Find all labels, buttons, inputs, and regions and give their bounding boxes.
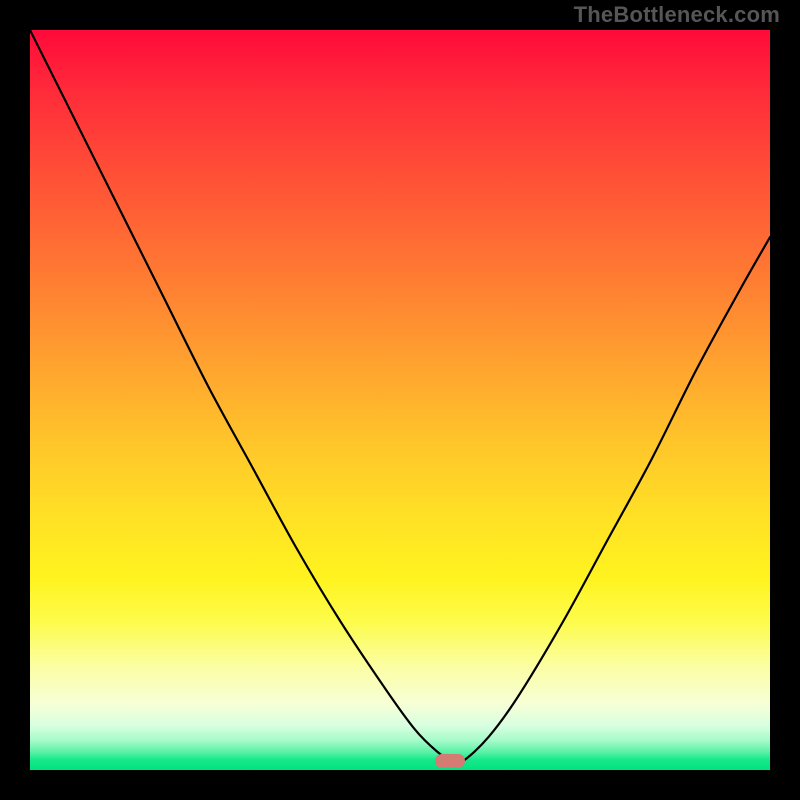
chart-frame: TheBottleneck.com	[0, 0, 800, 800]
optimal-marker	[435, 754, 465, 768]
curve-path	[30, 30, 770, 763]
watermark-text: TheBottleneck.com	[574, 2, 780, 28]
bottleneck-curve	[30, 30, 770, 770]
plot-area	[30, 30, 770, 770]
